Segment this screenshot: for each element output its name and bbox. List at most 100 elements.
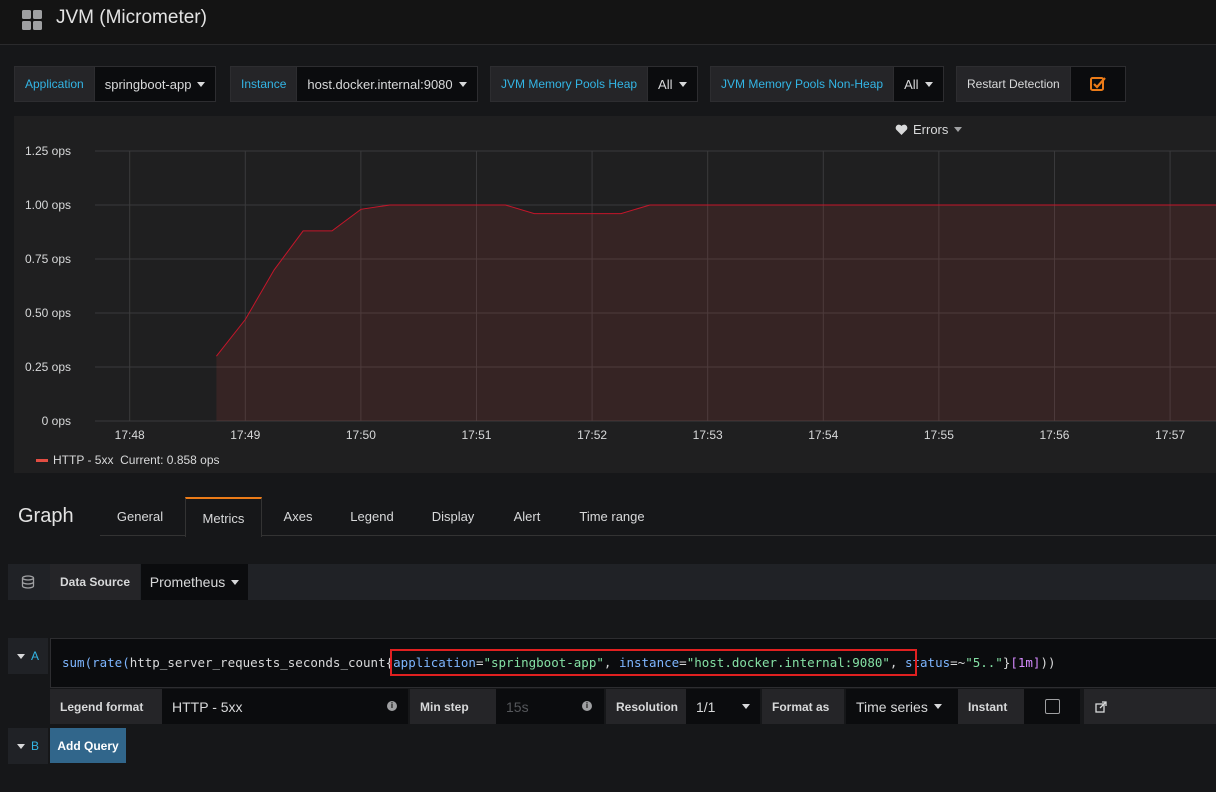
data-source-value: Prometheus xyxy=(149,574,226,590)
y-tick-label: 0.25 ops xyxy=(25,360,71,374)
legend-format-label: Legend format xyxy=(50,689,180,724)
caret-down-icon xyxy=(924,81,933,87)
variable-heap-pools: JVM Memory Pools Heap All xyxy=(490,66,698,102)
legend-format-value: HTTP - 5xx xyxy=(172,698,243,715)
annotation-highlight-box xyxy=(390,649,917,676)
variable-value: springboot-app xyxy=(104,76,192,92)
variable-application: Application springboot-app xyxy=(14,66,217,102)
variable-label: Instance xyxy=(230,66,298,102)
caret-down-icon xyxy=(933,704,942,709)
info-icon[interactable]: i xyxy=(387,701,397,711)
tab-metrics[interactable]: Metrics xyxy=(185,497,262,537)
y-axis: 0 ops 0.25 ops 0.50 ops 0.75 ops 1.00 ops 1.2… xyxy=(25,144,71,428)
x-tick-label: 17:57 xyxy=(1155,428,1185,442)
x-tick-label: 17:52 xyxy=(577,428,607,442)
query-metric: http_server_requests_seconds_count xyxy=(129,655,386,670)
format-as-select[interactable]: Time series xyxy=(846,689,958,724)
caret-down-icon xyxy=(458,81,467,87)
query-operator: =~ xyxy=(950,655,966,670)
x-tick-label: 17:49 xyxy=(230,428,260,442)
query-label-value: "5.." xyxy=(965,655,1003,670)
x-tick-label: 17:55 xyxy=(924,428,954,442)
legend-format-input[interactable]: HTTP - 5xx xyxy=(162,689,408,724)
legend-current-value: Current: 0.858 ops xyxy=(120,453,220,467)
x-tick-label: 17:50 xyxy=(346,428,376,442)
application-select[interactable]: springboot-app xyxy=(94,66,217,102)
legend-series-name: HTTP - 5xx xyxy=(53,453,114,467)
resolution-select[interactable]: 1/1 xyxy=(686,689,760,724)
heart-icon xyxy=(895,124,908,135)
errors-chart[interactable]: 0 ops 0.25 ops 0.50 ops 0.75 ops 1.00 ops 1.2… xyxy=(14,140,1216,445)
share-query-button[interactable] xyxy=(1084,689,1118,724)
caret-down-icon xyxy=(197,81,206,87)
query-ref-label: A xyxy=(30,649,39,663)
tab-display[interactable]: Display xyxy=(420,497,486,535)
tab-time-range[interactable]: Time range xyxy=(570,497,654,535)
y-tick-label: 1.25 ops xyxy=(25,144,71,158)
dashboard-grid-icon[interactable] xyxy=(20,8,44,32)
x-tick-label: 17:48 xyxy=(115,428,145,442)
y-tick-label: 0.75 ops xyxy=(25,252,71,266)
tab-divider xyxy=(100,535,1216,536)
query-a-collapse-toggle[interactable]: A xyxy=(8,638,48,674)
query-ref-label: B xyxy=(30,739,39,753)
x-tick-label: 17:51 xyxy=(461,428,491,442)
y-tick-label: 0 ops xyxy=(42,414,71,428)
database-icon xyxy=(8,564,48,600)
x-tick-label: 17:56 xyxy=(1039,428,1069,442)
variable-instance: Instance host.docker.internal:9080 xyxy=(230,66,478,102)
data-source-select[interactable]: Prometheus xyxy=(141,564,248,600)
editor-title: Graph xyxy=(18,505,74,527)
y-tick-label: 1.00 ops xyxy=(25,198,71,212)
variable-label: JVM Memory Pools Non-Heap xyxy=(710,66,895,102)
y-tick-label: 0.50 ops xyxy=(25,306,71,320)
info-icon[interactable]: i xyxy=(582,701,592,711)
add-query-button[interactable]: Add Query xyxy=(50,728,126,763)
tab-alert[interactable]: Alert xyxy=(504,497,550,535)
query-function: sum(rate( xyxy=(62,655,130,670)
caret-down-icon xyxy=(231,579,240,585)
nonheap-pools-select[interactable]: All xyxy=(894,66,944,102)
caret-down-icon xyxy=(742,704,750,709)
panel-title: Errors xyxy=(913,122,949,137)
caret-down-icon xyxy=(16,653,25,659)
options-row-filler xyxy=(1118,689,1216,724)
min-step-label: Min step xyxy=(410,689,496,724)
x-tick-label: 17:53 xyxy=(693,428,723,442)
instance-select[interactable]: host.docker.internal:9080 xyxy=(297,66,478,102)
variable-restart-detection: Restart Detection xyxy=(956,66,1126,102)
heap-pools-select[interactable]: All xyxy=(648,66,698,102)
variable-value: All xyxy=(904,76,919,92)
external-link-icon xyxy=(1095,700,1107,713)
x-tick-label: 17:54 xyxy=(808,428,838,442)
resolution-label: Resolution xyxy=(606,689,686,724)
series-area xyxy=(216,205,1216,421)
data-source-label: Data Source xyxy=(50,564,140,600)
restart-detection-checkbox[interactable] xyxy=(1070,66,1126,102)
tab-general[interactable]: General xyxy=(104,497,176,535)
x-axis: 17:48 17:49 17:50 17:51 17:52 17:53 17:54 17:55… xyxy=(115,428,1186,442)
format-as-label: Format as xyxy=(762,689,844,724)
checkbox-unchecked-icon xyxy=(1044,699,1060,714)
caret-down-icon xyxy=(678,81,687,87)
instant-checkbox[interactable] xyxy=(1024,689,1080,724)
query-b-collapse-toggle[interactable]: B xyxy=(8,728,48,764)
tab-axes[interactable]: Axes xyxy=(270,497,326,535)
min-step-placeholder: 15s xyxy=(506,698,529,715)
variable-label: Application xyxy=(14,66,95,102)
legend-swatch xyxy=(36,458,48,462)
variable-value: All xyxy=(658,76,673,92)
panel-title-menu[interactable]: Errors xyxy=(895,122,963,137)
caret-down-icon xyxy=(16,743,25,749)
tab-legend[interactable]: Legend xyxy=(340,497,404,535)
variable-label: JVM Memory Pools Heap xyxy=(490,66,649,102)
variable-value: host.docker.internal:9080 xyxy=(307,76,453,92)
caret-down-icon xyxy=(954,127,963,132)
dashboard-title[interactable]: JVM (Micrometer) xyxy=(56,7,207,29)
query-suffix: )) xyxy=(1040,655,1056,670)
resolution-value: 1/1 xyxy=(696,698,716,715)
chart-legend[interactable]: HTTP - 5xx Current: 0.858 ops xyxy=(36,453,220,467)
query-range: [1m] xyxy=(1010,655,1041,670)
variable-label: Restart Detection xyxy=(956,66,1071,102)
variable-nonheap-pools: JVM Memory Pools Non-Heap All xyxy=(710,66,944,102)
